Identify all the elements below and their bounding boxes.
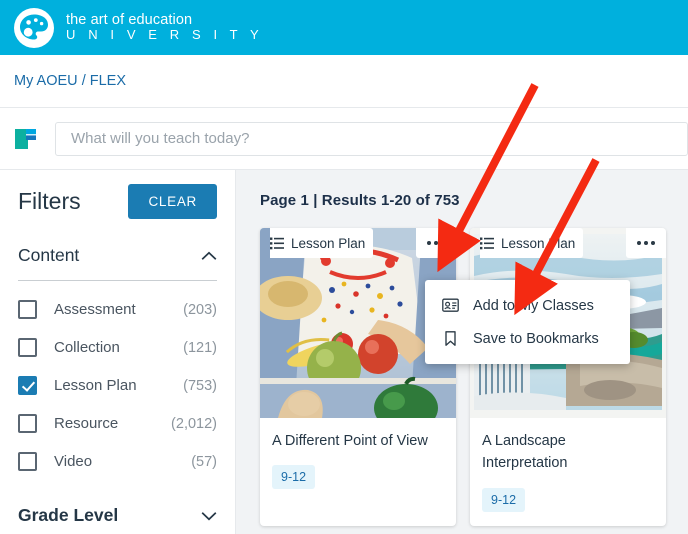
kebab-menu-icon	[441, 241, 446, 245]
facet-count: (57)	[191, 453, 217, 470]
results-summary: Page 1 | Results 1-20 of 753	[260, 192, 460, 209]
filter-section-content-title: Content	[18, 245, 80, 265]
filters-header: Filters CLEAR	[18, 170, 217, 219]
filters-sidebar: Filters CLEAR Content Assessment (203) C…	[0, 170, 236, 534]
search-input[interactable]: What will you teach today?	[55, 121, 688, 156]
filter-facet-lesson-plan[interactable]: Lesson Plan (753)	[18, 376, 217, 395]
menu-item-label: Add to My Classes	[473, 297, 594, 314]
id-card-icon	[442, 298, 459, 312]
flex-search-page: the art of education U N I V E R S I T Y…	[0, 0, 688, 534]
card-title[interactable]: A Landscape Interpretation	[482, 430, 654, 475]
checkbox-collection[interactable]	[18, 338, 37, 357]
breadcrumb: My AOEU / FLEX	[14, 73, 126, 89]
breadcrumb-current[interactable]: FLEX	[90, 73, 126, 89]
results-card-grid: Lesson Plan A Different Point of View 9-…	[260, 228, 688, 526]
card-context-menu: Add to My Classes Save to Bookmarks	[425, 280, 630, 364]
palette-icon	[14, 7, 54, 48]
card-type-pill: Lesson Plan	[480, 228, 584, 258]
facet-count: (203)	[183, 301, 217, 318]
filter-facet-video[interactable]: Video (57)	[18, 452, 217, 471]
search-placeholder: What will you teach today?	[71, 130, 250, 147]
filter-facet-collection[interactable]: Collection (121)	[18, 338, 217, 357]
checkbox-resource[interactable]	[18, 414, 37, 433]
filter-facet-assessment[interactable]: Assessment (203)	[18, 300, 217, 319]
clear-filters-button[interactable]: CLEAR	[128, 184, 217, 219]
facet-label: Collection	[54, 339, 120, 356]
kebab-menu-icon	[651, 241, 656, 245]
breadcrumb-root[interactable]: My AOEU	[14, 73, 78, 89]
card-kebab-menu-button[interactable]	[416, 228, 456, 258]
card-title[interactable]: A Different Point of View	[272, 430, 444, 452]
kebab-menu-icon	[426, 241, 431, 245]
card-type-label: Lesson Plan	[501, 235, 576, 251]
card-type-label: Lesson Plan	[291, 235, 366, 251]
filter-facet-resource[interactable]: Resource (2,012)	[18, 414, 217, 433]
flex-mark-icon	[15, 128, 36, 149]
card-body: A Different Point of View 9-12	[260, 418, 456, 503]
brand-line-2: U N I V E R S I T Y	[66, 27, 264, 43]
brand-line-1: the art of education	[66, 11, 193, 28]
breadcrumb-bar: My AOEU / FLEX	[0, 55, 688, 108]
facet-label: Assessment	[54, 301, 136, 318]
bookmark-icon	[445, 331, 456, 346]
card-kebab-menu-button[interactable]	[626, 228, 666, 258]
list-detail-icon	[270, 237, 284, 249]
card-header: Lesson Plan	[470, 228, 666, 258]
grade-badge: 9-12	[482, 487, 526, 512]
chevron-down-icon[interactable]	[201, 511, 217, 521]
kebab-menu-icon	[434, 241, 438, 245]
checkbox-assessment[interactable]	[18, 300, 37, 319]
result-card-1[interactable]: Lesson Plan A Different Point of View 9-…	[260, 228, 456, 526]
list-detail-icon	[480, 237, 494, 249]
filter-section-content-header[interactable]: Content	[18, 245, 217, 281]
facet-label: Resource	[54, 415, 119, 432]
result-card-2[interactable]: Lesson Plan A Landscape Interpretation 9…	[470, 228, 666, 526]
menu-item-label: Save to Bookmarks	[473, 330, 599, 347]
brand-wordmark: the art of education U N I V E R S I T Y	[66, 11, 264, 43]
grade-badge: 9-12	[272, 465, 316, 490]
facet-label: Lesson Plan	[54, 377, 137, 394]
facet-count: (753)	[183, 377, 217, 394]
breadcrumb-separator: /	[81, 73, 86, 89]
search-bar-row: What will you teach today?	[0, 108, 688, 170]
card-body: A Landscape Interpretation 9-12	[470, 418, 666, 526]
chevron-up-icon[interactable]	[201, 251, 217, 261]
kebab-menu-icon	[644, 241, 648, 245]
filter-section-grade-level-header[interactable]: Grade Level	[18, 505, 217, 526]
filter-section-grade-level-title: Grade Level	[18, 505, 119, 525]
checkbox-video[interactable]	[18, 452, 37, 471]
menu-item-save-to-bookmarks[interactable]: Save to Bookmarks	[425, 322, 630, 355]
facet-count: (2,012)	[171, 415, 217, 432]
kebab-menu-icon	[636, 241, 641, 245]
card-type-pill: Lesson Plan	[270, 228, 374, 258]
page-title: Filters	[18, 188, 81, 214]
filter-facet-list: Assessment (203) Collection (121) Lesson…	[18, 300, 217, 471]
facet-count: (121)	[183, 339, 217, 356]
checkbox-lesson-plan[interactable]	[18, 376, 37, 395]
brand-header: the art of education U N I V E R S I T Y	[0, 0, 688, 55]
card-header: Lesson Plan	[260, 228, 456, 258]
menu-item-add-to-my-classes[interactable]: Add to My Classes	[425, 289, 630, 322]
facet-label: Video	[54, 453, 93, 470]
